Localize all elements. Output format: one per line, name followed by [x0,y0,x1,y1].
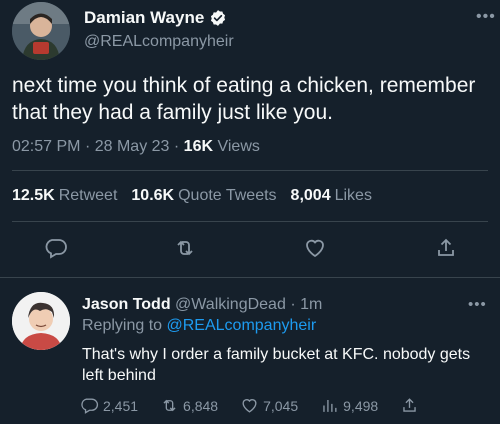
heart-icon [242,399,257,413]
author-avatar[interactable] [12,2,70,60]
retweets-label: Retweet [58,187,118,204]
replying-prefix: Replying to [82,317,163,334]
divider [0,277,500,278]
reply-views-button[interactable]: 9,498 [320,396,378,415]
tweet-date[interactable]: 28 May 23 [95,138,170,155]
reply-author-name[interactable]: Jason Todd [82,296,171,313]
author-handle[interactable]: @REALcompanyheir [84,33,234,51]
reply-separator: · [290,296,296,313]
retweet-icon [163,399,176,412]
reply-author-handle[interactable]: @WalkingDead [175,296,286,313]
divider [12,170,488,171]
more-horizontal-icon[interactable]: ••• [476,8,496,26]
tweet-time[interactable]: 02:57 PM [12,138,80,155]
reply-bubble-icon[interactable] [44,236,68,260]
engagement-stats: 12.5K Retweet 10.6K Quote Tweets 8,004 Like… [12,187,372,205]
reply-bubble-icon [81,398,99,414]
meta-separator: · [84,138,91,155]
quotes-label: Quote Tweets [178,187,277,204]
author-name[interactable]: Damian Wayne [84,8,204,28]
reply-replies-button[interactable]: 2,451 [80,396,138,415]
heart-icon[interactable] [303,236,327,260]
replying-to-link[interactable]: @REALcompanyheir [167,317,317,334]
reply-share-button[interactable] [400,396,419,415]
share-upload-icon[interactable] [434,236,458,260]
reply-likes-count: 7,045 [263,397,299,414]
reply-views-count: 9,498 [343,397,379,414]
quotes-count: 10.6K [131,187,175,204]
reply-retweet-button[interactable]: 6,848 [160,396,218,415]
reply-retweets-count: 6,848 [183,397,219,414]
reply-replies-count: 2,451 [103,397,139,414]
likes-label: Likes [334,187,372,204]
retweet-icon[interactable] [173,236,197,260]
tweet-meta: 02:57 PM · 28 May 23 · 16K Views [12,138,260,156]
views-bar-chart-icon [323,399,337,412]
share-upload-icon [403,398,416,412]
divider [12,221,488,222]
likes-count: 8,004 [290,187,331,204]
reply-age[interactable]: 1m [300,296,322,313]
reply-header: Jason Todd @WalkingDead · 1m [82,296,322,314]
verified-badge-icon [209,9,227,27]
reply-text: That's why I order a family bucket at KF… [82,346,471,384]
views-count: 16K [183,138,214,155]
reply-author-avatar[interactable] [12,292,70,350]
views-label: Views [217,138,260,155]
replying-to: Replying to @REALcompanyheir [82,317,316,335]
likes-stat[interactable]: 8,004 Likes [291,187,372,205]
quotes-stat[interactable]: 10.6K Quote Tweets [131,187,276,205]
author-name-row[interactable]: Damian Wayne [84,8,227,28]
retweets-count: 12.5K [12,187,55,204]
reply-like-button[interactable]: 7,045 [240,396,298,415]
meta-separator: · [173,138,180,155]
more-horizontal-icon[interactable]: ••• [468,296,487,313]
tweet-text: next time you think of eating a chicken,… [12,74,476,124]
retweets-stat[interactable]: 12.5K Retweet [12,187,117,205]
reply-action-bar: 2,451 6,848 7,045 9,498 [80,396,441,415]
